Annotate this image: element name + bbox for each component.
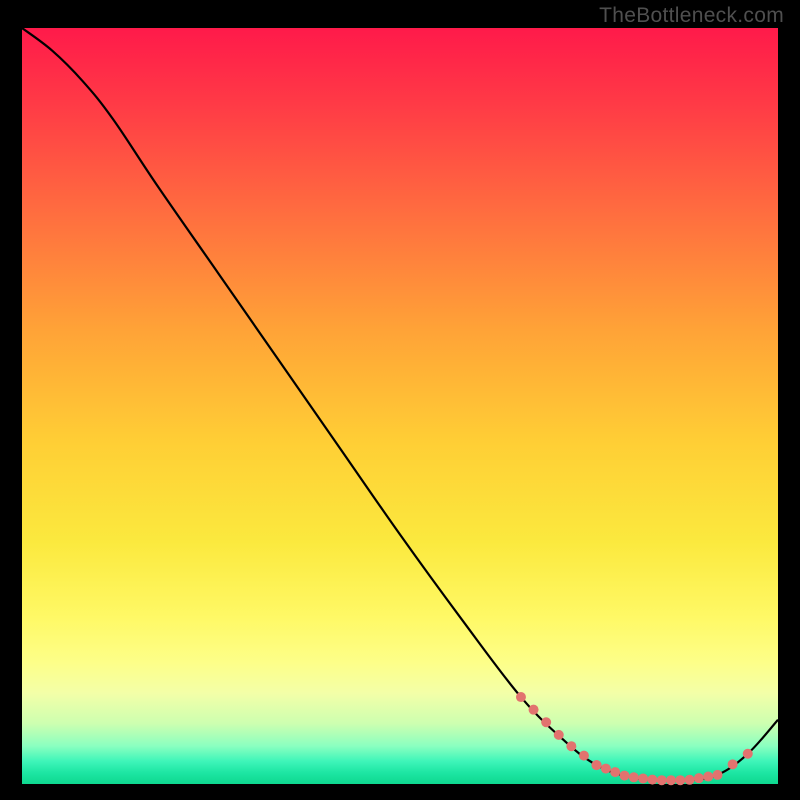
curve-marker-dot: [592, 760, 602, 770]
curve-marker-dot: [638, 773, 648, 783]
curve-marker-dot: [743, 749, 753, 759]
curve-marker-dot: [728, 759, 738, 769]
curve-marker-dot: [694, 773, 704, 783]
chart-plot-area: [22, 28, 778, 784]
curve-marker-dot: [541, 717, 551, 727]
curve-marker-dot: [703, 772, 713, 782]
bottleneck-curve: [22, 28, 778, 781]
curve-marker-dot: [685, 775, 695, 785]
curve-marker-dot: [554, 730, 564, 740]
attribution-text: TheBottleneck.com: [599, 4, 784, 28]
curve-marker-dot: [629, 772, 639, 782]
curve-marker-dot: [579, 751, 589, 761]
curve-marker-dot: [516, 692, 526, 702]
curve-marker-dot: [610, 767, 620, 777]
curve-marker-dot: [566, 741, 576, 751]
curve-marker-dot: [619, 771, 629, 781]
curve-marker-dot: [647, 775, 657, 785]
curve-marker-dot: [666, 775, 676, 785]
curve-markers: [516, 692, 753, 785]
curve-marker-dot: [675, 775, 685, 785]
curve-marker-dot: [657, 775, 667, 785]
curve-marker-dot: [713, 770, 723, 780]
curve-marker-dot: [601, 764, 611, 774]
chart-svg: [22, 28, 778, 784]
curve-marker-dot: [529, 705, 539, 715]
